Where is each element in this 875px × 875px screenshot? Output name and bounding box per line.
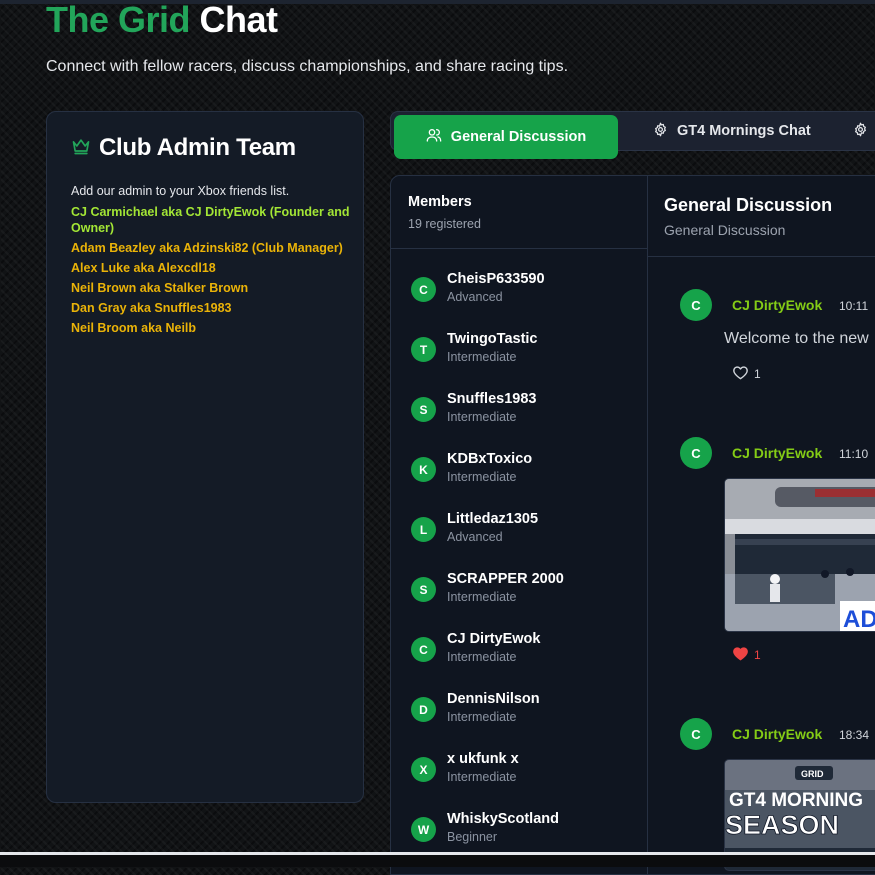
- page-title-accent: The Grid: [46, 0, 191, 40]
- tab-gt4-mornings-chat[interactable]: GT4 Mornings Chat: [653, 112, 811, 150]
- message-author[interactable]: CJ DirtyEwok: [732, 726, 822, 742]
- admin-team-card: Club Admin Team Add our admin to your Xb…: [46, 111, 364, 803]
- chat-header: General Discussion General Discussion: [648, 176, 875, 257]
- member-name: x ukfunk x: [447, 751, 519, 767]
- race-photo-attachment[interactable]: AD: [724, 478, 875, 632]
- member-name: SCRAPPER 2000: [447, 571, 564, 587]
- chat-subtitle: General Discussion: [664, 222, 786, 238]
- members-sidebar: Members 19 registered C CheisP633590 Adv…: [391, 176, 648, 874]
- avatar: C: [411, 277, 436, 302]
- member-level: Intermediate: [447, 710, 517, 724]
- admin-entry: Neil Brown aka Stalker Brown: [71, 281, 249, 295]
- bottom-border: [0, 852, 875, 867]
- admin-entry: Adam Beazley aka Adzinski82 (Club Manage…: [71, 241, 343, 255]
- avatar: S: [411, 397, 436, 422]
- avatar: S: [411, 577, 436, 602]
- like-button[interactable]: 1: [732, 646, 761, 664]
- member-level: Intermediate: [447, 770, 517, 784]
- member-item[interactable]: S Snuffles1983 Intermediate: [411, 391, 641, 431]
- like-count: 1: [754, 367, 761, 381]
- members-title: Members: [408, 194, 472, 210]
- members-count: 19 registered: [408, 217, 481, 231]
- member-name: TwingoTastic: [447, 331, 538, 347]
- message-avatar: C: [680, 289, 712, 321]
- image-overlay-text: AD: [843, 606, 875, 631]
- tab-third-channel[interactable]: [853, 112, 868, 150]
- chat-area: General Discussion General Discussion C …: [648, 176, 875, 874]
- heart-icon: [732, 365, 749, 383]
- member-level: Beginner: [447, 830, 498, 844]
- tab-label: GT4 Mornings Chat: [677, 123, 811, 139]
- member-level: Advanced: [447, 290, 503, 304]
- member-name: CJ DirtyEwok: [447, 631, 541, 647]
- admin-team-header: Club Admin Team: [71, 134, 296, 162]
- member-item[interactable]: C CJ DirtyEwok Intermediate: [411, 631, 641, 671]
- avatar: D: [411, 697, 436, 722]
- tab-general-discussion[interactable]: General Discussion: [394, 115, 618, 159]
- gear-icon: [653, 122, 668, 141]
- avatar: T: [411, 337, 436, 362]
- chat-panel: Members 19 registered C CheisP633590 Adv…: [390, 175, 875, 875]
- member-name: DennisNilson: [447, 691, 540, 707]
- member-name: Snuffles1983: [447, 391, 537, 407]
- member-level: Advanced: [447, 530, 503, 544]
- tab-label: General Discussion: [450, 129, 587, 145]
- member-item[interactable]: C CheisP633590 Advanced: [411, 271, 641, 311]
- member-name: KDBxToxico: [447, 451, 533, 467]
- avatar: K: [411, 457, 436, 482]
- message-time: 11:10: [839, 447, 869, 461]
- member-level: Intermediate: [447, 470, 517, 484]
- poster-logo-text: GRID: [801, 769, 824, 779]
- member-item[interactable]: T TwingoTastic Intermediate: [411, 331, 641, 371]
- member-item[interactable]: L Littledaz1305 Advanced: [411, 511, 641, 551]
- admin-entry: CJ Carmichael aka CJ DirtyEwok (Founder …: [71, 205, 350, 235]
- heart-filled-icon: [732, 646, 749, 664]
- member-level: Intermediate: [447, 590, 517, 604]
- member-item[interactable]: X x ukfunk x Intermediate: [411, 751, 641, 791]
- member-item[interactable]: W WhiskyScotland Beginner: [411, 811, 641, 851]
- admin-entry: Neil Broom aka Neilb: [71, 321, 197, 335]
- members-header: Members 19 registered: [391, 176, 647, 249]
- member-name: WhiskyScotland: [447, 811, 559, 827]
- admin-entry: Alex Luke aka Alexcdl18: [71, 261, 216, 275]
- poster-season-text: SEASON: [725, 810, 839, 840]
- chat-title: General Discussion: [664, 195, 833, 215]
- page-title: The Grid Chat: [46, 0, 278, 41]
- member-level: Intermediate: [447, 410, 517, 424]
- users-icon: [426, 127, 442, 147]
- like-button[interactable]: 1: [732, 365, 761, 383]
- message-time: 10:11: [839, 299, 869, 313]
- message-time: 18:34: [839, 728, 870, 742]
- avatar: L: [411, 517, 436, 542]
- admin-team-title: Club Admin Team: [99, 134, 296, 161]
- message-avatar: C: [680, 718, 712, 750]
- page-subtitle: Connect with fellow racers, discuss cham…: [46, 58, 569, 75]
- admin-list: CJ Carmichael aka CJ DirtyEwok (Founder …: [71, 204, 351, 340]
- channel-tabs: General Discussion GT4 Mornings Chat: [390, 111, 875, 159]
- member-name: CheisP633590: [447, 271, 545, 287]
- avatar: C: [411, 637, 436, 662]
- message-author[interactable]: CJ DirtyEwok: [732, 297, 822, 313]
- admin-entry: Dan Gray aka Snuffles1983: [71, 301, 232, 315]
- gear-icon: [853, 122, 868, 141]
- message-avatar: C: [680, 437, 712, 469]
- member-item[interactable]: D DennisNilson Intermediate: [411, 691, 641, 731]
- message-author[interactable]: CJ DirtyEwok: [732, 445, 822, 461]
- member-item[interactable]: K KDBxToxico Intermediate: [411, 451, 641, 491]
- member-level: Intermediate: [447, 650, 517, 664]
- member-item[interactable]: S SCRAPPER 2000 Intermediate: [411, 571, 641, 611]
- member-level: Intermediate: [447, 350, 517, 364]
- crown-icon: [71, 136, 91, 161]
- avatar: W: [411, 817, 436, 842]
- message-text: Welcome to the new: [724, 330, 869, 347]
- page-title-rest: Chat: [199, 0, 279, 40]
- like-count: 1: [754, 648, 761, 662]
- avatar: X: [411, 757, 436, 782]
- poster-title-text: GT4 MORNING: [729, 790, 863, 811]
- admin-intro-text: Add our admin to your Xbox friends list.: [71, 184, 290, 198]
- member-name: Littledaz1305: [447, 511, 539, 527]
